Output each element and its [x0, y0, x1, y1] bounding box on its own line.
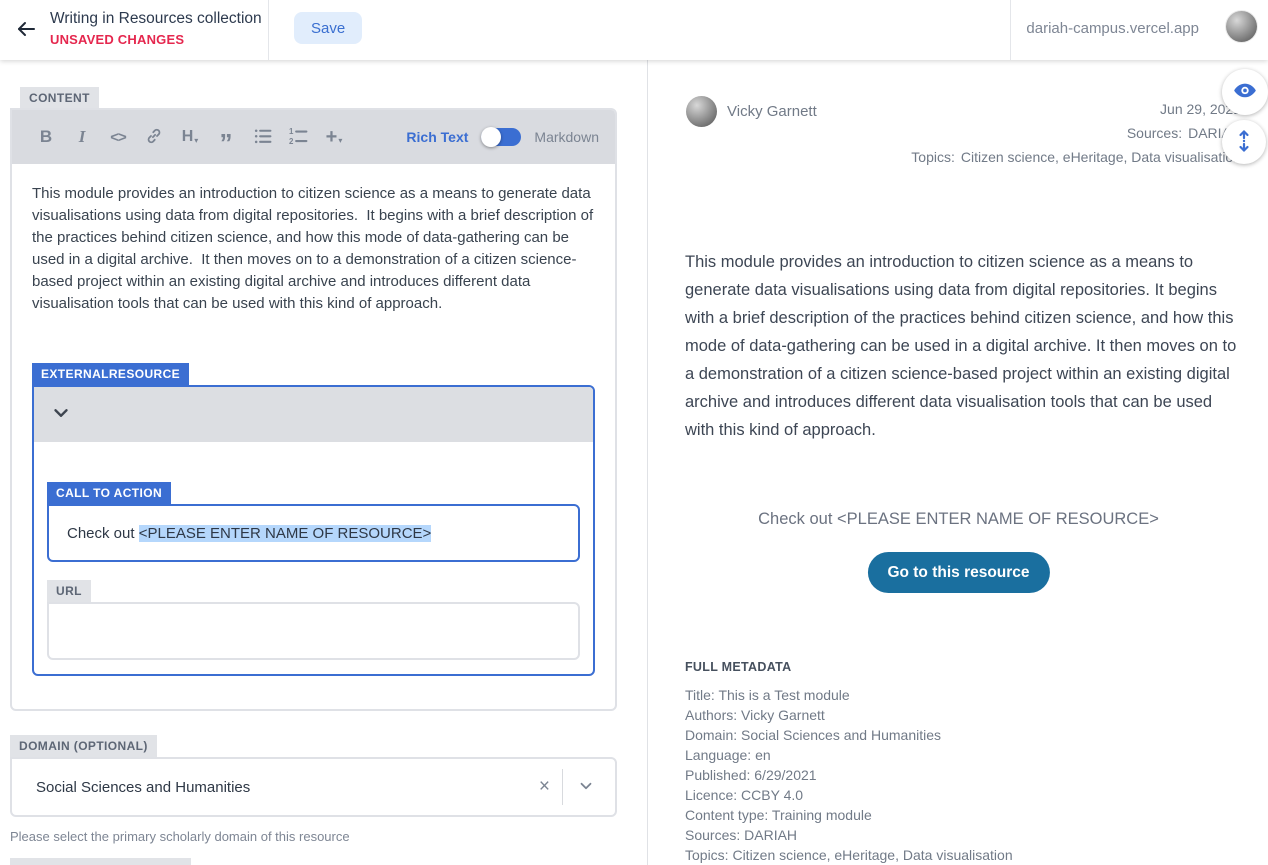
topics-value: Citizen science, eHeritage, Data visuali… [961, 149, 1241, 165]
arrow-left-icon [14, 17, 38, 44]
title-block: Writing in Resources collection UNSAVED … [50, 9, 262, 47]
metadata-row: Sources: DARIAH [685, 825, 1245, 845]
editor-body-text[interactable]: This module provides an introduction to … [32, 183, 598, 315]
url-field-label: URL [47, 580, 91, 602]
richtext-editor-card: B I <> H▾ ” 12 +▾ Rich Tex [10, 108, 617, 711]
numbered-list-icon: 12 [289, 126, 308, 148]
quote-button[interactable]: ” [208, 119, 244, 155]
metadata-row: Published: 6/29/2021 [685, 765, 1245, 785]
preview-meta-block: Jun 29, 2021 Sources:DARIAH Topics: Citiz… [906, 97, 1241, 169]
calltoaction-input[interactable]: Check out <PLEASE ENTER NAME OF RESOURCE… [47, 504, 580, 562]
preview-date: Jun 29, 2021 [906, 97, 1241, 121]
metadata-row: Title: This is a Test module [685, 685, 1245, 705]
italic-icon: I [79, 127, 86, 147]
content-field-label: CONTENT [20, 87, 99, 109]
scroll-sync-button[interactable] [1222, 120, 1266, 164]
full-metadata-rows: Title: This is a Test module Authors: Vi… [685, 685, 1245, 865]
toggle-knob-icon [481, 127, 501, 147]
preview-sources: Sources:DARIAH [906, 121, 1241, 145]
clear-x-icon: × [539, 776, 550, 797]
chevron-down-icon [577, 777, 595, 798]
app-bar-divider [268, 0, 269, 60]
next-field-label-cutoff [10, 858, 191, 865]
code-icon: <> [110, 129, 126, 146]
link-button[interactable] [136, 119, 172, 155]
mode-markdown-label[interactable]: Markdown [534, 129, 599, 145]
bold-icon: B [40, 127, 52, 147]
topics-label: Topics: [911, 149, 955, 165]
domain-clear-button[interactable]: × [527, 776, 562, 798]
eye-icon [1232, 78, 1258, 107]
domain-help-text: Please select the primary scholarly doma… [10, 829, 617, 844]
add-component-button[interactable]: +▾ [316, 119, 352, 155]
externalresource-fields: CALL TO ACTION Check out <PLEASE ENTER N… [34, 442, 593, 674]
richtext-editor-area[interactable]: This module provides an introduction to … [12, 164, 615, 709]
numbered-list-button[interactable]: 12 [280, 119, 316, 155]
save-button[interactable]: Save [294, 12, 362, 44]
full-metadata-heading: FULL METADATA [685, 660, 1245, 674]
metadata-row: Authors: Vicky Garnett [685, 705, 1245, 725]
user-avatar[interactable] [1226, 11, 1257, 42]
quote-icon: ” [220, 126, 233, 148]
app-bar: Writing in Resources collection UNSAVED … [0, 0, 1268, 60]
url-input[interactable] [47, 602, 580, 660]
app-bar-divider [1010, 0, 1011, 60]
plus-icon: + [326, 126, 338, 149]
link-icon [145, 127, 163, 148]
preview-body-text: This module provides an introduction to … [685, 248, 1243, 444]
mode-richtext-label[interactable]: Rich Text [406, 129, 468, 145]
bulleted-list-button[interactable] [244, 119, 280, 155]
editor-mode-switch: Rich Text Markdown [406, 128, 599, 146]
domain-field: DOMAIN (OPTIONAL) Social Sciences and Hu… [10, 735, 617, 844]
preview-topics: Topics: Citizen science, eHeritage, Data … [906, 145, 1241, 169]
heading-button[interactable]: H▾ [172, 119, 208, 155]
toggle-preview-button[interactable] [1222, 69, 1268, 115]
externalresource-widget-label: EXTERNALRESOURCE [32, 363, 189, 385]
caret-down-icon: ▾ [194, 136, 198, 145]
externalresource-widget: CALL TO ACTION Check out <PLEASE ENTER N… [32, 385, 595, 676]
widget-collapse-button[interactable] [34, 387, 593, 442]
richtext-toolbar: B I <> H▾ ” 12 +▾ Rich Tex [12, 110, 615, 164]
back-button[interactable] [10, 14, 42, 46]
preview-author-avatar [686, 96, 717, 127]
preview-author-name: Vicky Garnett [727, 103, 817, 120]
metadata-row: Content type: Training module [685, 805, 1245, 825]
metadata-row: Language: en [685, 745, 1245, 765]
preview-pane: Vicky Garnett Jun 29, 2021 Sources:DARIA… [649, 60, 1268, 865]
bold-button[interactable]: B [28, 119, 64, 155]
full-metadata-section: FULL METADATA Title: This is a Test modu… [685, 660, 1245, 865]
mode-toggle[interactable] [481, 128, 521, 146]
go-to-resource-button[interactable]: Go to this resource [867, 552, 1049, 593]
metadata-row: Topics: Citizen science, eHeritage, Data… [685, 845, 1245, 865]
domain-dropdown-button[interactable] [563, 777, 601, 798]
chevron-down-icon [50, 402, 72, 427]
domain-selected-value: Social Sciences and Humanities [36, 779, 527, 796]
metadata-row: Licence: CCBY 4.0 [685, 785, 1245, 805]
unsaved-changes-status: UNSAVED CHANGES [50, 32, 262, 47]
svg-text:2: 2 [289, 137, 294, 145]
italic-button[interactable]: I [64, 119, 100, 155]
heading-icon: H [182, 128, 194, 146]
editor-pane: CONTENT B I <> H▾ ” 12 +▾ [0, 60, 648, 865]
bulleted-list-icon [253, 126, 272, 148]
calltoaction-text: Check out [67, 525, 139, 542]
calltoaction-selected-text: <PLEASE ENTER NAME OF RESOURCE> [139, 525, 432, 542]
preview-cta-text: Check out <PLEASE ENTER NAME OF RESOURCE… [649, 510, 1268, 529]
calltoaction-field-label: CALL TO ACTION [47, 482, 171, 504]
page-title: Writing in Resources collection [50, 9, 262, 28]
metadata-row: Domain: Social Sciences and Humanities [685, 725, 1245, 745]
domain-field-label: DOMAIN (OPTIONAL) [10, 735, 157, 757]
svg-text:1: 1 [289, 127, 294, 136]
domain-select[interactable]: Social Sciences and Humanities × [10, 757, 617, 817]
code-button[interactable]: <> [100, 119, 136, 155]
site-domain-label: dariah-campus.vercel.app [1026, 20, 1199, 37]
sources-label: Sources: [1127, 125, 1182, 141]
caret-down-icon: ▾ [338, 136, 342, 145]
scroll-sync-icon [1232, 129, 1256, 156]
